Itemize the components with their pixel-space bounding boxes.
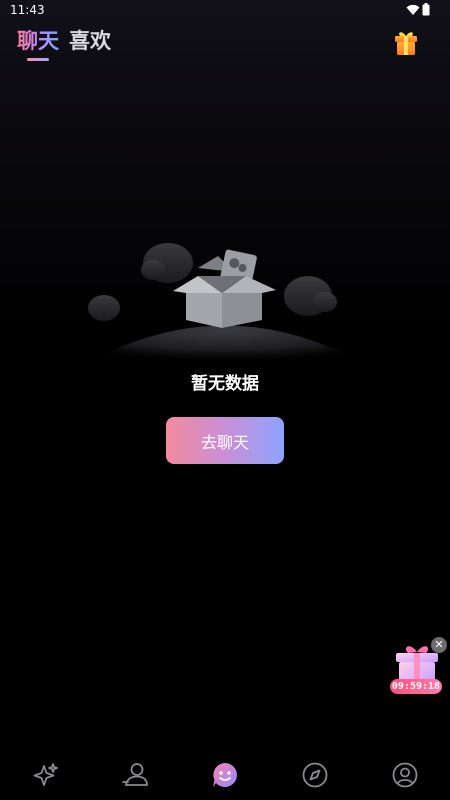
tab-chat-label: 聊天 [17,29,59,53]
battery-icon [422,3,430,16]
nav-item-explore[interactable] [300,760,330,790]
header-tabs: 聊天 喜欢 [17,28,111,68]
profile-icon [392,762,418,788]
compass-icon [302,762,328,788]
nav-item-chat[interactable] [210,760,240,790]
empty-state-message: 暂无数据 [191,374,259,394]
empty-box-illustration [70,243,380,373]
status-bar: 11:43 [0,0,450,22]
nav-item-discover[interactable] [31,760,61,790]
sparkle-icon [33,763,58,786]
nav-item-profile[interactable] [390,760,420,790]
floating-gift-widget[interactable]: ✕ 09:59:18 [390,636,447,698]
people-icon [122,763,148,786]
bottom-nav [0,750,450,800]
chat-smile-icon [213,763,237,787]
close-icon[interactable]: ✕ [431,637,447,653]
tab-likes-label: 喜欢 [69,29,111,53]
go-chat-button[interactable]: 去聊天 [166,417,284,464]
wifi-icon [406,4,420,15]
gift-countdown-timer: 09:59:18 [390,679,442,694]
active-tab-indicator [27,58,49,61]
nav-item-friends[interactable] [120,760,150,790]
status-time: 11:43 [10,3,45,17]
gift-icon[interactable] [392,29,420,57]
tab-chat[interactable]: 聊天 [17,28,59,61]
chat-screen: 11:43 聊天 喜欢 暂无数据 去聊天 ✕ 09:59:18 [0,0,450,800]
tab-likes[interactable]: 喜欢 [69,28,111,54]
